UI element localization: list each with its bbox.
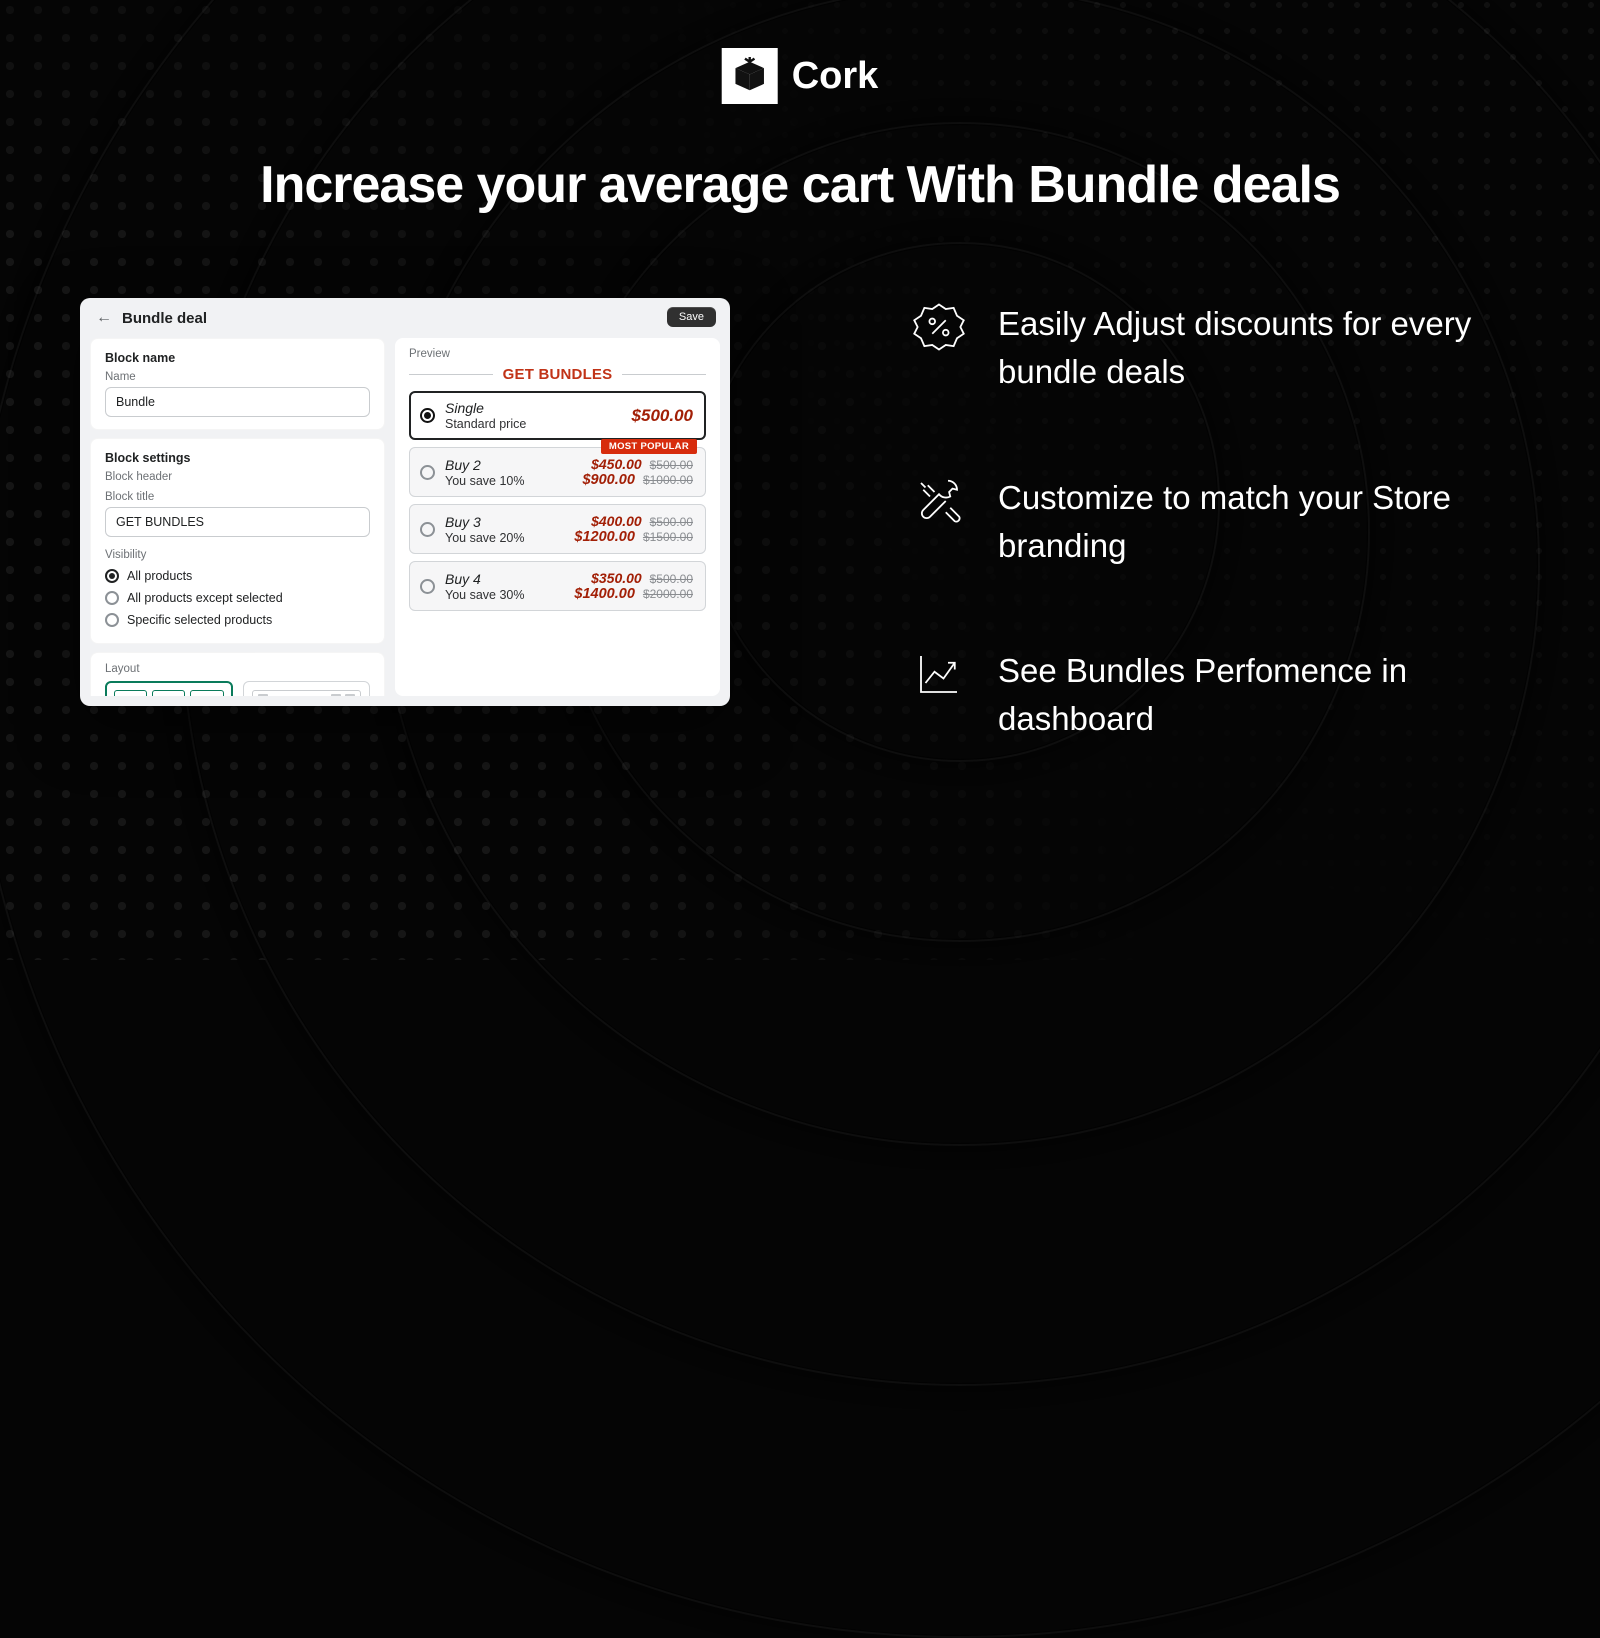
layout-option-columns[interactable] <box>105 681 233 696</box>
analytics-icon <box>910 647 968 701</box>
layout-card: Layout <box>90 652 385 696</box>
radio-icon <box>105 613 119 627</box>
feature-text: Customize to match your Store branding <box>998 474 1510 570</box>
brand-lockup: Cork <box>722 48 879 104</box>
bundle-name: Buy 3 <box>445 514 564 530</box>
bundle-option-buy4[interactable]: Buy 4 You save 30% $350.00 $500.00 $1400… <box>409 561 706 611</box>
section-label: Block settings <box>105 451 370 465</box>
brand-logo-icon <box>722 48 778 104</box>
bundle-option-single[interactable]: Single Standard price $500.00 <box>409 391 706 440</box>
bundle-sub: You save 20% <box>445 531 564 545</box>
unit-compare: $500.00 <box>650 458 693 472</box>
preview-pane: Preview GET BUNDLES Single Standard pric… <box>395 338 720 696</box>
section-label: Block name <box>105 351 370 365</box>
block-name-card: Block name Name <box>90 338 385 430</box>
bundle-name: Single <box>445 400 622 416</box>
total-price: $1400.00 <box>574 586 634 602</box>
feature-list: Easily Adjust discounts for every bundle… <box>910 300 1510 743</box>
radio-icon <box>420 522 435 537</box>
unit-price: $400.00 <box>591 513 642 529</box>
radio-label: All products except selected <box>127 591 283 605</box>
radio-icon <box>105 569 119 583</box>
feature-branding: Customize to match your Store branding <box>910 474 1510 570</box>
radio-icon <box>105 591 119 605</box>
field-label: Name <box>105 371 370 383</box>
field-label: Block title <box>105 491 370 503</box>
discount-badge-icon <box>910 300 968 354</box>
radio-label: All products <box>127 569 192 583</box>
hero-headline: Increase your average cart With Bundle d… <box>0 155 1600 215</box>
total-compare: $1000.00 <box>643 473 693 487</box>
feature-text: See Bundles Perfomence in dashboard <box>998 647 1510 743</box>
panel-header: ← Bundle deal Save <box>80 298 730 338</box>
bundle-price: $500.00 <box>632 406 693 426</box>
block-settings-card: Block settings Block header Block title … <box>90 438 385 644</box>
layout-option-rows[interactable] <box>243 681 371 696</box>
visibility-option-except[interactable]: All products except selected <box>105 587 370 609</box>
bundle-sub: You save 10% <box>445 474 572 488</box>
brand-name: Cork <box>792 55 879 98</box>
panel-title: Bundle deal <box>122 310 207 327</box>
admin-panel: ← Bundle deal Save Block name Name Block… <box>80 298 730 706</box>
back-arrow-icon[interactable]: ← <box>96 309 112 327</box>
total-price: $1200.00 <box>574 529 634 545</box>
block-name-input[interactable] <box>105 387 370 417</box>
bundle-sub: Standard price <box>445 417 622 431</box>
radio-icon <box>420 579 435 594</box>
save-button[interactable]: Save <box>667 307 716 327</box>
bundle-name: Buy 4 <box>445 571 564 587</box>
visibility-label: Visibility <box>105 549 370 561</box>
feature-discounts: Easily Adjust discounts for every bundle… <box>910 300 1510 396</box>
visibility-option-all[interactable]: All products <box>105 565 370 587</box>
bundle-option-buy3[interactable]: Buy 3 You save 20% $400.00 $500.00 $1200… <box>409 504 706 554</box>
preview-label: Preview <box>409 348 706 360</box>
radio-label: Specific selected products <box>127 613 272 627</box>
visibility-option-specific[interactable]: Specific selected products <box>105 609 370 631</box>
total-price: $900.00 <box>582 472 634 488</box>
tools-icon <box>910 474 968 528</box>
unit-price: $450.00 <box>591 456 642 472</box>
preview-heading: GET BUNDLES <box>503 366 613 383</box>
bundle-sub: You save 30% <box>445 588 564 602</box>
bundle-name: Buy 2 <box>445 457 572 473</box>
unit-compare: $500.00 <box>650 515 693 529</box>
feature-analytics: See Bundles Perfomence in dashboard <box>910 647 1510 743</box>
feature-text: Easily Adjust discounts for every bundle… <box>998 300 1510 396</box>
unit-price: $350.00 <box>591 570 642 586</box>
popular-badge: MOST POPULAR <box>601 439 697 454</box>
block-title-input[interactable] <box>105 507 370 537</box>
total-compare: $2000.00 <box>643 587 693 601</box>
layout-label: Layout <box>105 663 370 675</box>
bundle-option-buy2[interactable]: MOST POPULAR Buy 2 You save 10% $450.00 … <box>409 447 706 497</box>
radio-icon <box>420 408 435 423</box>
subsection-label: Block header <box>105 471 370 483</box>
total-compare: $1500.00 <box>643 530 693 544</box>
radio-icon <box>420 465 435 480</box>
unit-compare: $500.00 <box>650 572 693 586</box>
